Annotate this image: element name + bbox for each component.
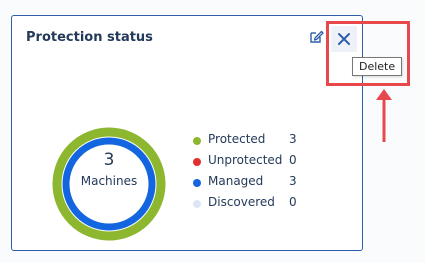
discovered-dot-icon [193, 200, 201, 208]
protection-status-widget: Protection status 3 Machines Protected 3… [11, 15, 363, 251]
machines-count: 3 [103, 150, 115, 170]
annotation-highlight-box [326, 21, 410, 86]
unprotected-dot-icon [193, 158, 201, 166]
widget-title: Protection status [26, 30, 153, 45]
legend-label: Protected [208, 132, 266, 146]
legend-value: 3 [289, 132, 297, 146]
legend-label: Discovered [208, 195, 275, 209]
annotation-arrow-icon [376, 89, 392, 142]
managed-dot-icon [193, 179, 201, 187]
legend-value: 3 [289, 174, 297, 188]
legend-label: Managed [208, 174, 264, 188]
status-legend: Protected 3 Unprotected 0 Managed 3 Disc… [193, 132, 313, 216]
edit-icon [310, 30, 324, 43]
legend-value: 0 [289, 153, 297, 167]
edit-button[interactable] [305, 26, 327, 48]
legend-label: Unprotected [208, 153, 283, 167]
legend-item-protected: Protected 3 [193, 132, 313, 153]
machines-label: Machines [80, 174, 138, 188]
protected-dot-icon [193, 137, 201, 145]
legend-item-unprotected: Unprotected 0 [193, 153, 313, 174]
legend-item-discovered: Discovered 0 [193, 195, 313, 216]
legend-value: 0 [289, 195, 297, 209]
legend-item-managed: Managed 3 [193, 174, 313, 195]
